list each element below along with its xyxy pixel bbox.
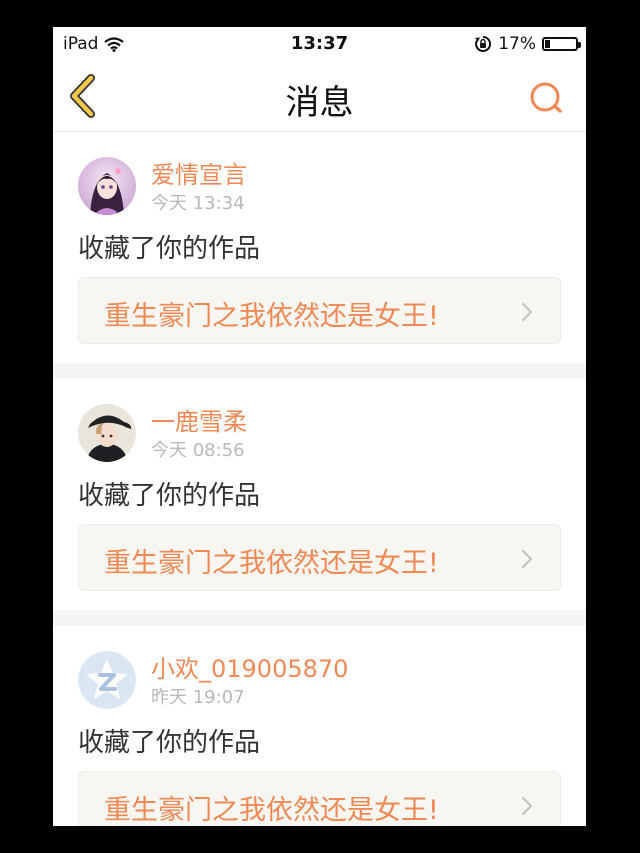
anime-girl-avatar-icon (78, 157, 136, 215)
boy-with-cap-avatar-icon (78, 404, 136, 462)
chevron-right-icon (521, 796, 533, 816)
message-item[interactable]: 一鹿雪柔 今天 08:56 收藏了你的作品 重生豪门之我依然还是女王! (53, 379, 586, 610)
message-action: 收藏了你的作品 (78, 234, 261, 264)
default-z-avatar-icon (78, 651, 136, 709)
work-title: 重生豪门之我依然还是女王! (104, 548, 439, 579)
work-card[interactable]: 重生豪门之我依然还是女王! (78, 524, 561, 591)
orientation-lock-icon (475, 35, 492, 52)
chevron-right-icon (521, 549, 533, 569)
message-action: 收藏了你的作品 (78, 481, 261, 511)
username[interactable]: 爱情宣言 (151, 155, 247, 190)
work-title: 重生豪门之我依然还是女王! (104, 301, 439, 332)
app-screen: iPad 13:37 17% 消息 爱情宣言 今天 13:34 收藏了你的作品 … (53, 27, 586, 826)
message-time: 今天 08:56 (151, 440, 245, 461)
avatar[interactable] (78, 157, 136, 215)
status-bar: iPad 13:37 17% (53, 27, 586, 61)
work-card[interactable]: 重生豪门之我依然还是女王! (78, 277, 561, 344)
search-icon[interactable] (528, 78, 566, 116)
battery-fill (545, 40, 551, 48)
work-title: 重生豪门之我依然还是女王! (104, 795, 439, 826)
message-item[interactable]: 爱情宣言 今天 13:34 收藏了你的作品 重生豪门之我依然还是女王! (53, 132, 586, 363)
username[interactable]: 小欢_019005870 (151, 649, 348, 684)
message-time: 今天 13:34 (151, 193, 245, 214)
separator (53, 610, 586, 626)
message-time: 昨天 19:07 (151, 687, 245, 708)
username[interactable]: 一鹿雪柔 (151, 402, 247, 437)
battery-percent: 17% (498, 34, 536, 54)
battery-icon (542, 37, 581, 51)
message-item[interactable]: 小欢_019005870 昨天 19:07 收藏了你的作品 重生豪门之我依然还是… (53, 626, 586, 826)
separator (53, 363, 586, 379)
avatar[interactable] (78, 404, 136, 462)
chevron-right-icon (521, 302, 533, 322)
message-list: 爱情宣言 今天 13:34 收藏了你的作品 重生豪门之我依然还是女王! 一鹿雪柔… (53, 132, 586, 826)
work-card[interactable]: 重生豪门之我依然还是女王! (78, 771, 561, 826)
message-action: 收藏了你的作品 (78, 728, 261, 758)
page-title: 消息 (285, 83, 354, 123)
nav-bar: 消息 (53, 61, 586, 132)
status-right: 17% (474, 34, 581, 54)
avatar[interactable] (78, 651, 136, 709)
